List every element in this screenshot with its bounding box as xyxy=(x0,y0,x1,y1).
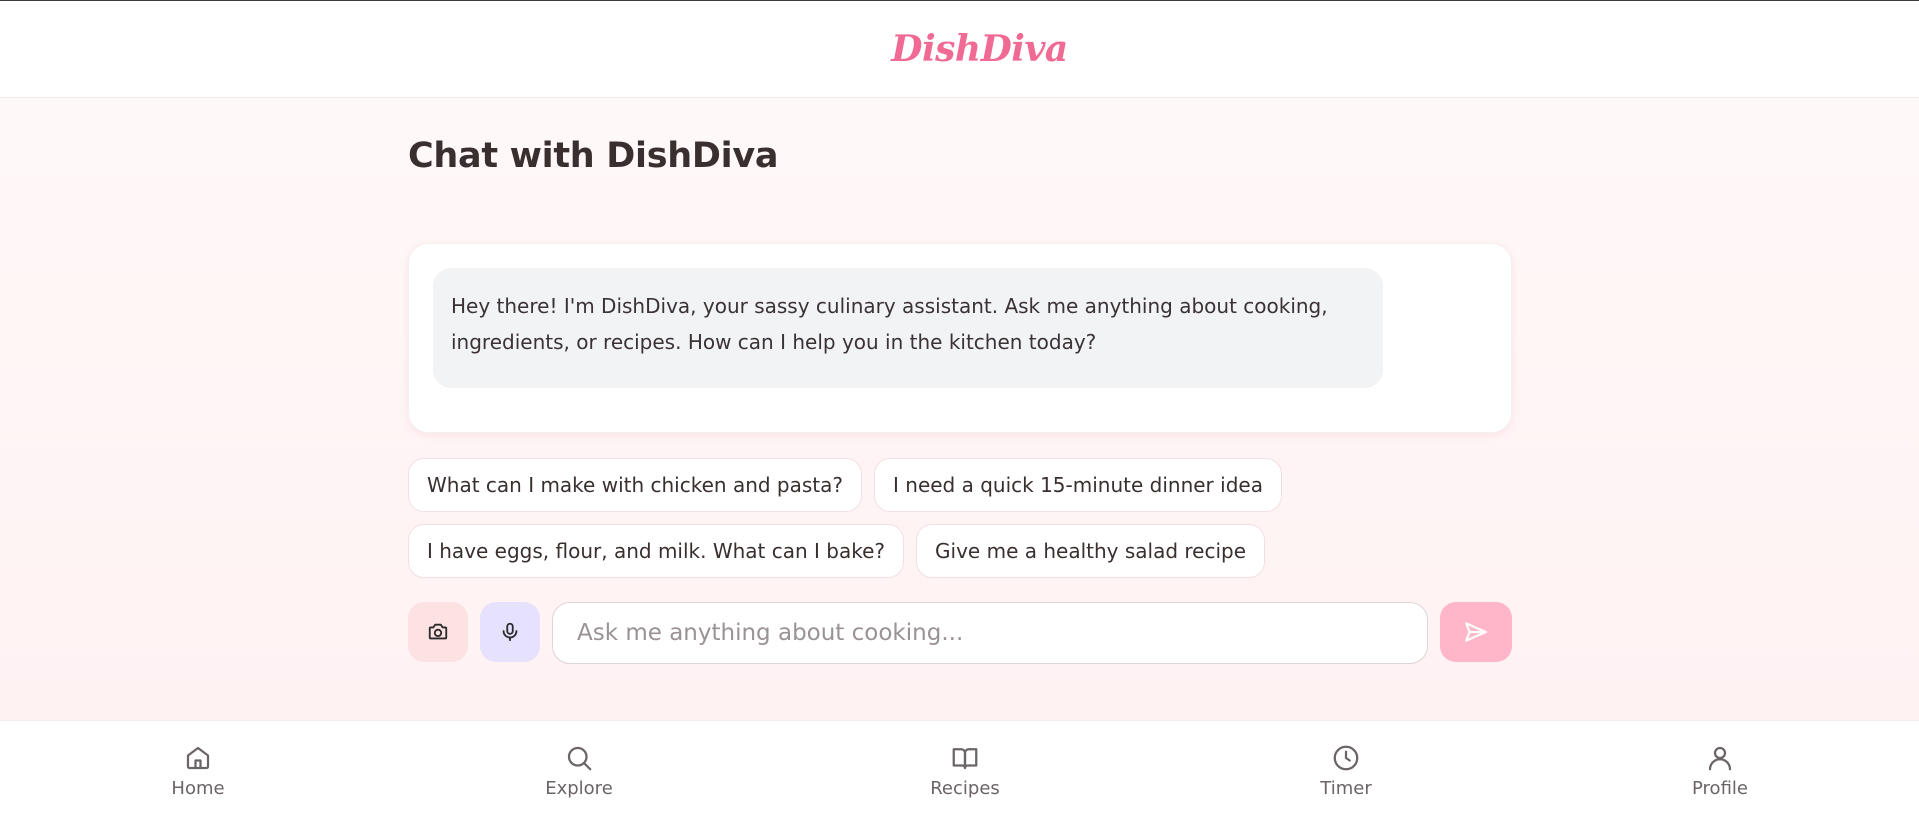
suggestion-chip[interactable]: I need a quick 15-minute dinner idea xyxy=(874,458,1282,512)
nav-item-profile[interactable]: Profile xyxy=(1660,743,1780,799)
brand-logo[interactable]: DishDiva xyxy=(891,28,1068,70)
suggestion-chip[interactable]: Give me a healthy salad recipe xyxy=(916,524,1266,578)
send-button[interactable] xyxy=(1440,602,1512,662)
nav-label: Timer xyxy=(1320,778,1372,799)
microphone-button[interactable] xyxy=(480,602,540,662)
assistant-message: Hey there! I'm DishDiva, your sassy culi… xyxy=(433,268,1383,388)
send-icon xyxy=(1463,619,1489,645)
suggestion-row: What can I make with chicken and pasta? … xyxy=(408,458,1282,512)
nav-item-home[interactable]: Home xyxy=(138,743,258,799)
nav-label: Recipes xyxy=(930,778,1000,799)
bottom-navigation: Home Explore Recipes Timer Profile xyxy=(0,720,1919,826)
main-content: Chat with DishDiva Hey there! I'm DishDi… xyxy=(0,98,1919,720)
home-icon xyxy=(183,743,213,773)
chat-input-bar xyxy=(408,602,1512,664)
nav-item-timer[interactable]: Timer xyxy=(1286,743,1406,799)
camera-icon xyxy=(427,621,449,643)
camera-button[interactable] xyxy=(408,602,468,662)
user-icon xyxy=(1705,743,1735,773)
chat-messages-panel: Hey there! I'm DishDiva, your sassy culi… xyxy=(408,243,1512,433)
microphone-icon xyxy=(499,621,521,643)
nav-item-explore[interactable]: Explore xyxy=(519,743,639,799)
book-icon xyxy=(950,743,980,773)
nav-label: Explore xyxy=(545,778,613,799)
nav-label: Home xyxy=(171,778,225,799)
chat-message-input[interactable] xyxy=(552,602,1428,664)
nav-label: Profile xyxy=(1692,778,1748,799)
chat-container: Chat with DishDiva Hey there! I'm DishDi… xyxy=(408,98,1512,720)
search-icon xyxy=(564,743,594,773)
suggestion-chip[interactable]: What can I make with chicken and pasta? xyxy=(408,458,863,512)
clock-icon xyxy=(1331,743,1361,773)
nav-item-recipes[interactable]: Recipes xyxy=(905,743,1025,799)
suggestion-chip[interactable]: I have eggs, flour, and milk. What can I… xyxy=(408,524,905,578)
app-header: DishDiva xyxy=(0,1,1919,98)
page-title: Chat with DishDiva xyxy=(408,136,779,176)
suggestion-row: I have eggs, flour, and milk. What can I… xyxy=(408,524,1266,578)
